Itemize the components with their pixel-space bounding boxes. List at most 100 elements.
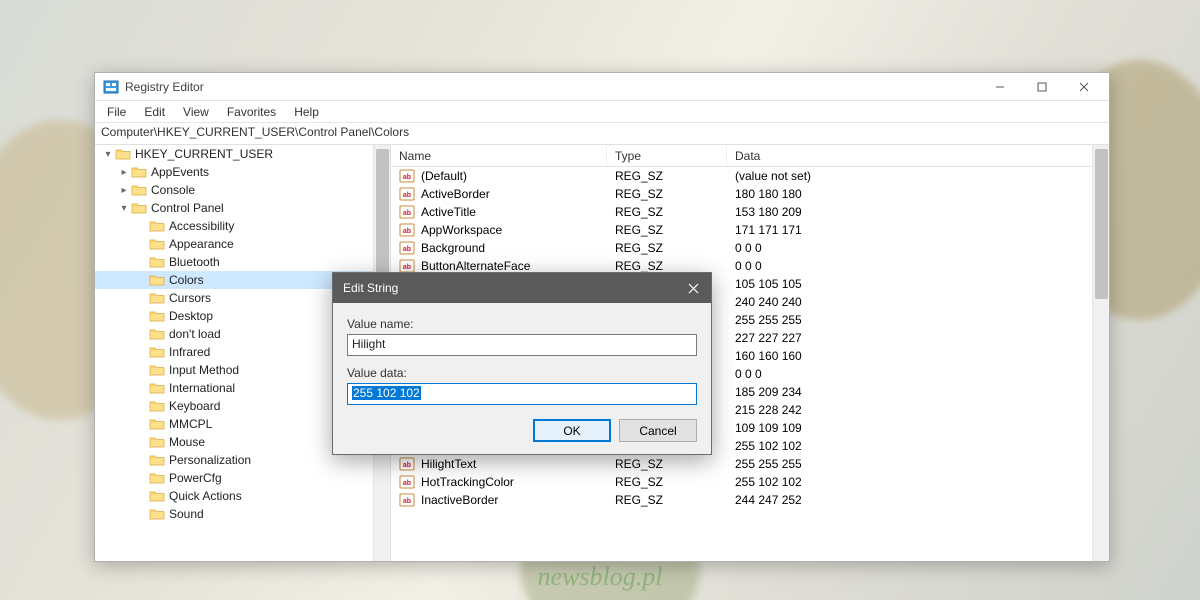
value-type: REG_SZ [607, 457, 727, 471]
list-row[interactable]: abInactiveBorderREG_SZ244 247 252 [391, 491, 1109, 509]
list-scrollbar[interactable] [1092, 145, 1109, 561]
menu-view[interactable]: View [175, 103, 217, 121]
svg-text:ab: ab [403, 498, 411, 505]
value-type: REG_SZ [607, 223, 727, 237]
value-type: REG_SZ [607, 259, 727, 273]
column-type[interactable]: Type [607, 145, 727, 166]
value-name: ActiveBorder [421, 187, 490, 201]
value-type: REG_SZ [607, 187, 727, 201]
tree-label: International [169, 381, 235, 395]
tree-label: Sound [169, 507, 204, 521]
dialog-close-button[interactable] [675, 273, 711, 303]
value-data: 153 180 209 [727, 205, 1109, 219]
cancel-button[interactable]: Cancel [619, 419, 697, 442]
dialog-title: Edit String [343, 281, 675, 295]
string-value-icon: ab [399, 186, 415, 202]
folder-icon [131, 183, 147, 197]
tree-label: Quick Actions [169, 489, 242, 503]
value-type: REG_SZ [607, 475, 727, 489]
menu-edit[interactable]: Edit [136, 103, 173, 121]
tree-node[interactable]: PowerCfg [95, 469, 390, 487]
tree-node[interactable]: Appearance [95, 235, 390, 253]
tree-label: Mouse [169, 435, 205, 449]
value-name-input[interactable]: Hilight [347, 334, 697, 356]
maximize-button[interactable] [1021, 74, 1063, 100]
value-data: 255 255 255 [727, 313, 1109, 327]
list-row[interactable]: ab(Default)REG_SZ(value not set) [391, 167, 1109, 185]
column-data[interactable]: Data [727, 145, 1109, 166]
folder-icon [149, 363, 165, 377]
address-bar[interactable]: Computer\HKEY_CURRENT_USER\Control Panel… [95, 123, 1109, 145]
tree-node[interactable]: ▸AppEvents [95, 163, 390, 181]
value-name: ActiveTitle [421, 205, 476, 219]
list-scroll-thumb[interactable] [1095, 149, 1108, 299]
string-value-icon: ab [399, 474, 415, 490]
value-data: 0 0 0 [727, 367, 1109, 381]
dialog-body: Value name: Hilight Value data: 255 102 … [333, 303, 711, 454]
folder-icon [131, 165, 147, 179]
tree-label: Console [151, 183, 195, 197]
tree-label: Personalization [169, 453, 251, 467]
folder-icon [149, 291, 165, 305]
svg-text:ab: ab [403, 174, 411, 181]
tree-node[interactable]: Sound [95, 505, 390, 523]
tree-node[interactable]: ▾HKEY_CURRENT_USER [95, 145, 390, 163]
menu-favorites[interactable]: Favorites [219, 103, 284, 121]
minimize-button[interactable] [979, 74, 1021, 100]
tree-node[interactable]: ▸Console [95, 181, 390, 199]
menu-help[interactable]: Help [286, 103, 327, 121]
string-value-icon: ab [399, 204, 415, 220]
tree-node[interactable]: ▾Control Panel [95, 199, 390, 217]
tree-node[interactable]: Accessibility [95, 217, 390, 235]
titlebar[interactable]: Registry Editor [95, 73, 1109, 101]
folder-icon [149, 255, 165, 269]
value-data-label: Value data: [347, 366, 697, 380]
folder-icon [115, 147, 131, 161]
value-data: 227 227 227 [727, 331, 1109, 345]
list-row[interactable]: abActiveTitleREG_SZ153 180 209 [391, 203, 1109, 221]
svg-text:ab: ab [403, 462, 411, 469]
tree-label: Accessibility [169, 219, 234, 233]
tree-node[interactable]: Bluetooth [95, 253, 390, 271]
tree-node[interactable]: Quick Actions [95, 487, 390, 505]
dialog-titlebar[interactable]: Edit String [333, 273, 711, 303]
menu-file[interactable]: File [99, 103, 134, 121]
tree-label: Control Panel [151, 201, 224, 215]
folder-icon [149, 417, 165, 431]
string-value-icon: ab [399, 456, 415, 472]
tree-label: Appearance [169, 237, 234, 251]
ok-button[interactable]: OK [533, 419, 611, 442]
folder-icon [149, 489, 165, 503]
tree-label: don't load [169, 327, 221, 341]
list-row[interactable]: ab HilightText REG_SZ255 255 255 [391, 455, 1109, 473]
value-name: (Default) [421, 169, 467, 183]
value-name: HilightText [421, 457, 476, 471]
tree-label: Colors [169, 273, 204, 287]
list-row[interactable]: abAppWorkspaceREG_SZ171 171 171 [391, 221, 1109, 239]
tree-label: Cursors [169, 291, 211, 305]
value-name-label: Value name: [347, 317, 697, 331]
value-data: 255 102 102 [727, 439, 1109, 453]
svg-text:ab: ab [403, 264, 411, 271]
list-header[interactable]: Name Type Data [391, 145, 1109, 167]
value-data-input[interactable]: 255 102 102 [347, 383, 697, 405]
folder-icon [149, 453, 165, 467]
tree-label: PowerCfg [169, 471, 222, 485]
value-data: 160 160 160 [727, 349, 1109, 363]
column-name[interactable]: Name [391, 145, 607, 166]
value-data: (value not set) [727, 169, 1109, 183]
string-value-icon: ab [399, 168, 415, 184]
menubar: File Edit View Favorites Help [95, 101, 1109, 123]
folder-icon [149, 507, 165, 521]
list-row[interactable]: abBackgroundREG_SZ0 0 0 [391, 239, 1109, 257]
folder-icon [149, 309, 165, 323]
value-name: InactiveBorder [421, 493, 498, 507]
svg-text:ab: ab [403, 246, 411, 253]
value-data: 255 255 255 [727, 457, 1109, 471]
list-row[interactable]: ab ActiveBorder REG_SZ180 180 180 [391, 185, 1109, 203]
close-button[interactable] [1063, 74, 1105, 100]
svg-text:ab: ab [403, 228, 411, 235]
value-data: 255 102 102 [727, 475, 1109, 489]
value-data: 180 180 180 [727, 187, 1109, 201]
list-row[interactable]: abHotTrackingColorREG_SZ255 102 102 [391, 473, 1109, 491]
